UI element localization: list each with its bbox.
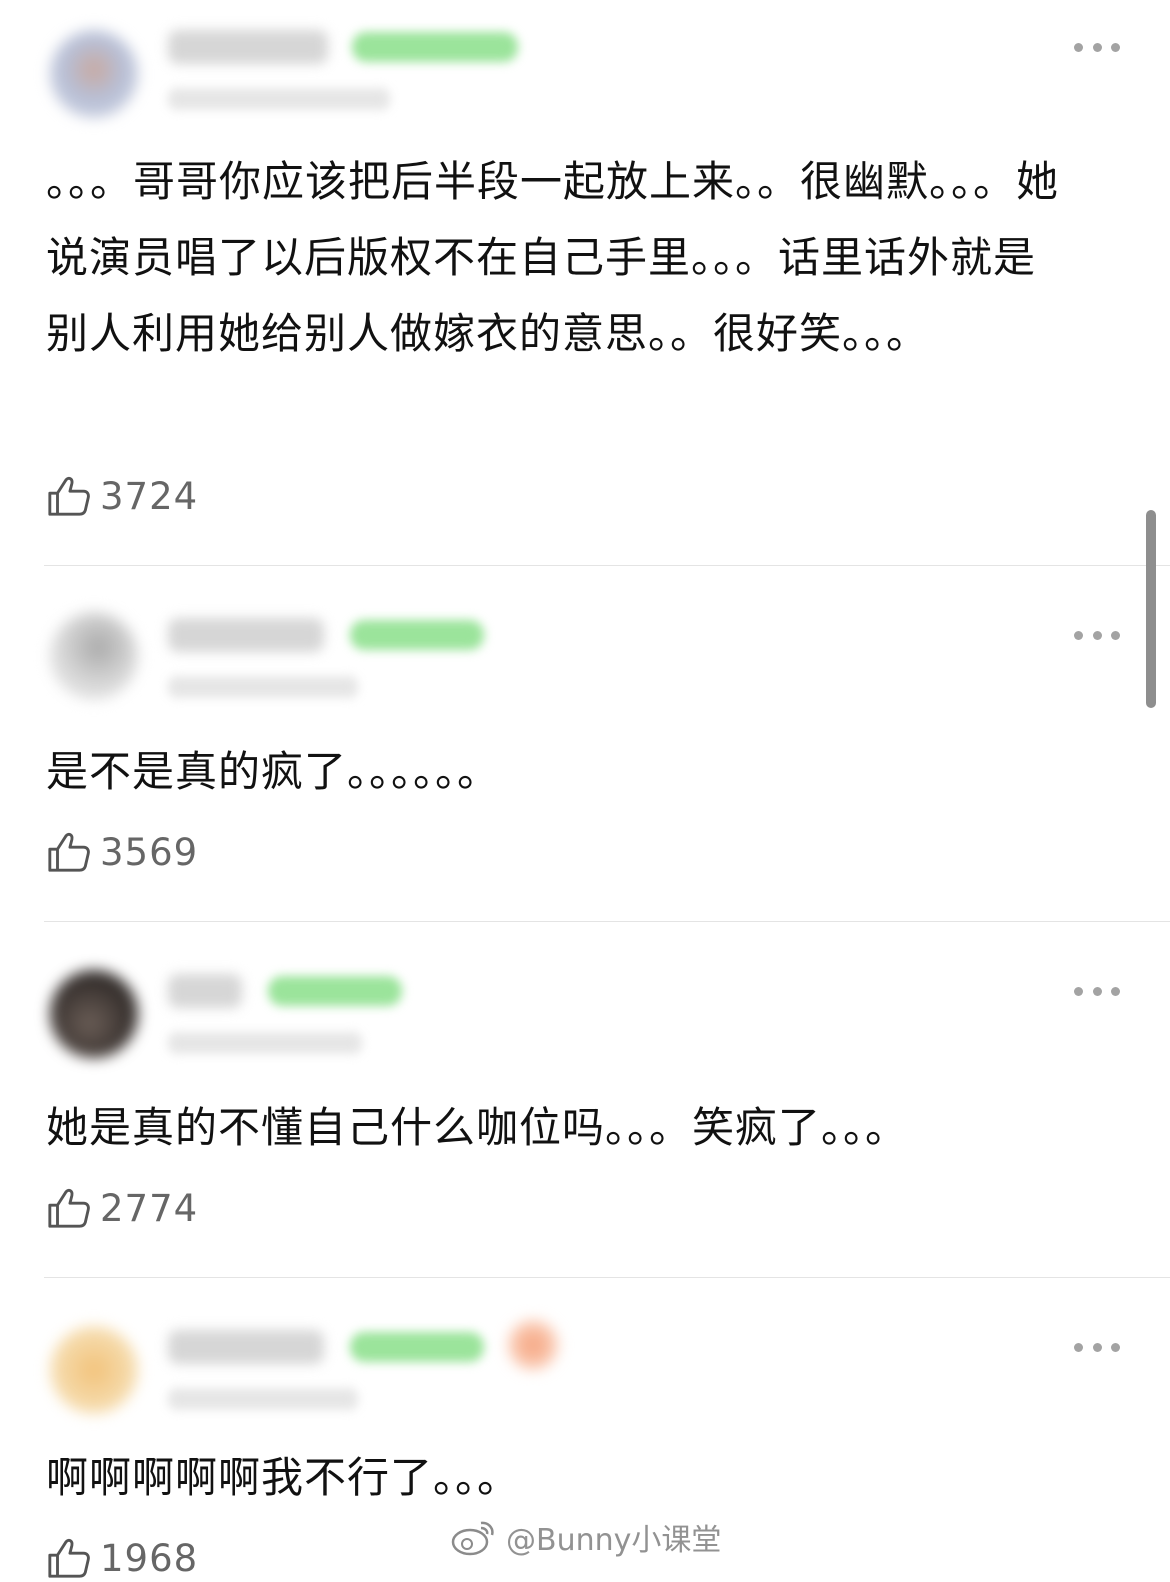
more-dot bbox=[1111, 42, 1120, 52]
more-dot bbox=[1092, 630, 1102, 640]
avatar[interactable] bbox=[50, 970, 138, 1058]
comment-meta-redacted bbox=[168, 88, 390, 110]
watermark-text: @Bunny小课堂 bbox=[506, 1523, 722, 1558]
like-count: 3569 bbox=[100, 830, 199, 874]
like-count: 3724 bbox=[100, 474, 199, 518]
thumbs-up-icon bbox=[48, 476, 90, 516]
more-dot bbox=[1111, 1342, 1120, 1352]
username-redacted[interactable] bbox=[168, 30, 328, 64]
user-badge-redacted bbox=[350, 620, 484, 650]
thumbs-up-icon bbox=[48, 1538, 90, 1578]
user-badge-redacted bbox=[268, 976, 402, 1006]
more-dot bbox=[1074, 42, 1083, 52]
comment-text: 她是真的不懂自己什么咖位吗。。。笑疯了。。。 bbox=[46, 1103, 909, 1152]
comment-meta-redacted bbox=[168, 1388, 358, 1410]
avatar[interactable] bbox=[50, 612, 138, 700]
comment-item: 她是真的不懂自己什么咖位吗。。。笑疯了。。。 2774 bbox=[0, 922, 1170, 1278]
comment-item: 。。。哥哥你应该把后半段一起放上来。。很幽默。。。她说演员唱了以后版权不在自己手… bbox=[0, 0, 1170, 566]
comment-item: 是不是真的疯了。。。。。。 3569 bbox=[0, 566, 1170, 922]
comment-meta-redacted bbox=[168, 676, 358, 698]
scrollbar[interactable] bbox=[1146, 510, 1156, 708]
more-dot bbox=[1092, 42, 1102, 52]
username-redacted[interactable] bbox=[168, 1330, 324, 1364]
username-redacted[interactable] bbox=[168, 618, 324, 652]
more-options-button[interactable] bbox=[1074, 628, 1120, 642]
avatar[interactable] bbox=[50, 30, 138, 118]
weibo-icon bbox=[451, 1521, 494, 1556]
like-button[interactable]: 3569 bbox=[46, 828, 198, 876]
comment-text: 是不是真的疯了。。。。。。 bbox=[46, 747, 501, 796]
username-redacted[interactable] bbox=[168, 974, 242, 1008]
user-badge-redacted bbox=[352, 32, 518, 62]
comment-meta-redacted bbox=[168, 1032, 362, 1054]
more-dot bbox=[1074, 1342, 1083, 1352]
thumbs-up-icon bbox=[48, 1188, 90, 1228]
more-dot bbox=[1092, 1342, 1102, 1352]
like-count: 2774 bbox=[100, 1186, 199, 1230]
like-count: 1968 bbox=[100, 1536, 199, 1580]
vip-badge-icon bbox=[508, 1320, 558, 1370]
watermark: @Bunny小课堂 bbox=[450, 1515, 721, 1559]
avatar[interactable] bbox=[50, 1326, 138, 1414]
like-button[interactable]: 3724 bbox=[46, 472, 198, 520]
more-dot bbox=[1111, 986, 1120, 996]
more-dot bbox=[1074, 986, 1083, 996]
comment-text: 啊啊啊啊啊我不行了。。。 bbox=[46, 1453, 521, 1502]
like-button[interactable]: 2774 bbox=[46, 1184, 198, 1232]
more-options-button[interactable] bbox=[1074, 984, 1120, 998]
more-options-button[interactable] bbox=[1074, 1340, 1120, 1354]
more-dot bbox=[1111, 630, 1120, 640]
more-dot bbox=[1092, 986, 1102, 996]
more-options-button[interactable] bbox=[1074, 40, 1120, 54]
comment-text: 。。。哥哥你应该把后半段一起放上来。。很幽默。。。她说演员唱了以后版权不在自己手… bbox=[46, 157, 1060, 358]
user-badge-redacted bbox=[350, 1332, 484, 1362]
thumbs-up-icon bbox=[48, 832, 90, 872]
more-dot bbox=[1074, 630, 1083, 640]
